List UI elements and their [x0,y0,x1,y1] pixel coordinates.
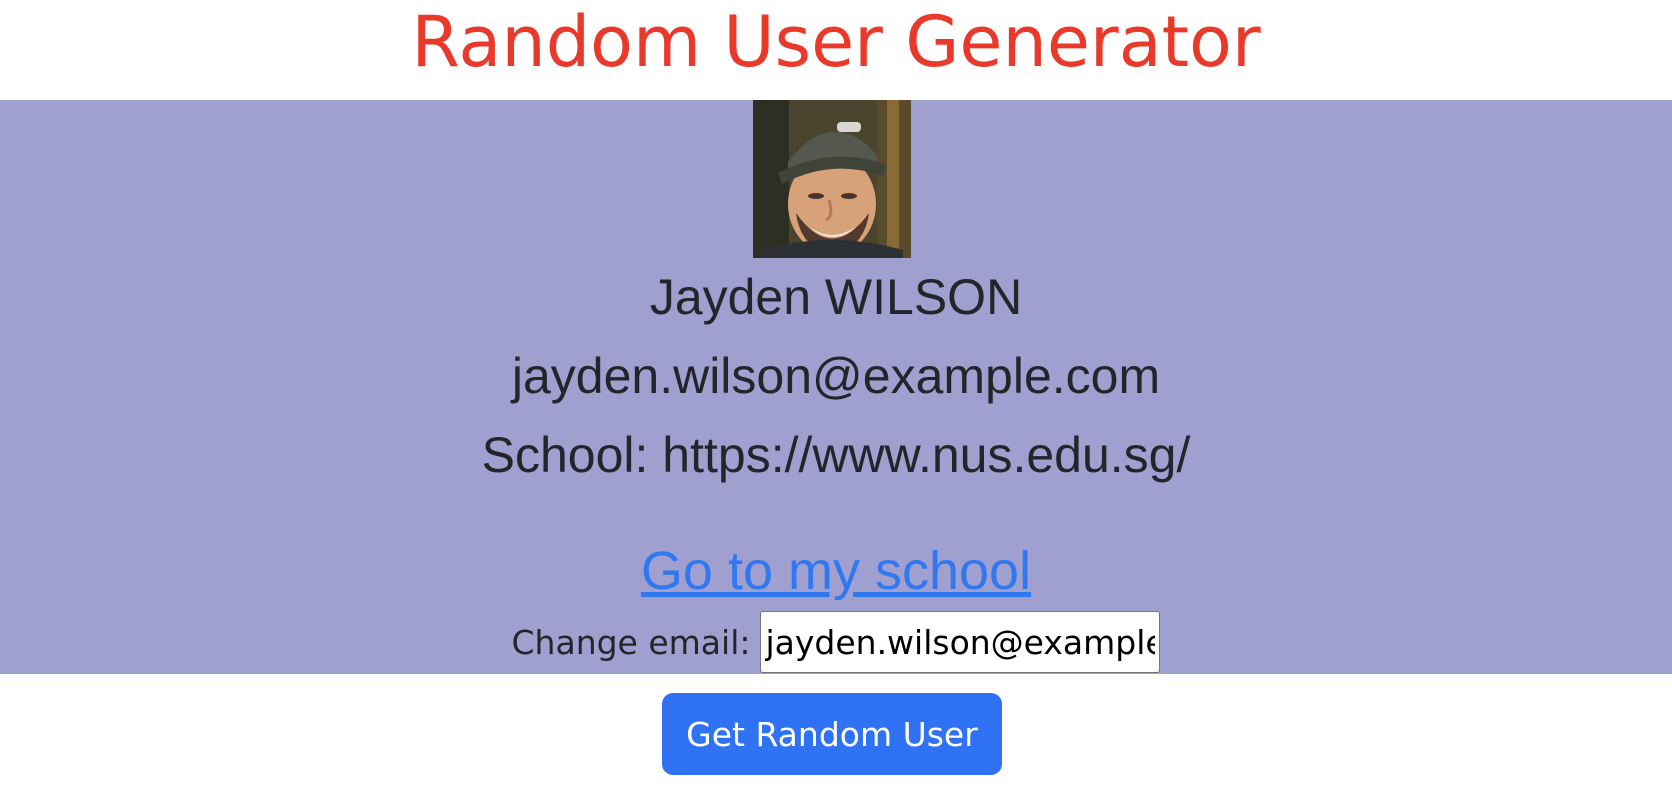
user-school: School: https://www.nus.edu.sg/ [481,427,1191,483]
get-random-user-button[interactable]: Get Random User [662,693,1002,775]
user-avatar [753,100,911,258]
user-email: jayden.wilson@example.com [511,348,1161,404]
change-email-input[interactable] [760,611,1161,673]
user-card: Jayden WILSON jayden.wilson@example.com … [0,100,1672,674]
app-title: Random User Generator [411,1,1261,83]
user-photo-icon [753,100,911,258]
change-email-row: Change email: [0,610,1672,674]
page: Random User Generator Jayden WILSON jayd… [0,0,1672,796]
change-email-label: Change email: [511,622,751,662]
go-to-school-link[interactable]: Go to my school [0,540,1672,602]
user-name: Jayden WILSON [649,269,1023,325]
